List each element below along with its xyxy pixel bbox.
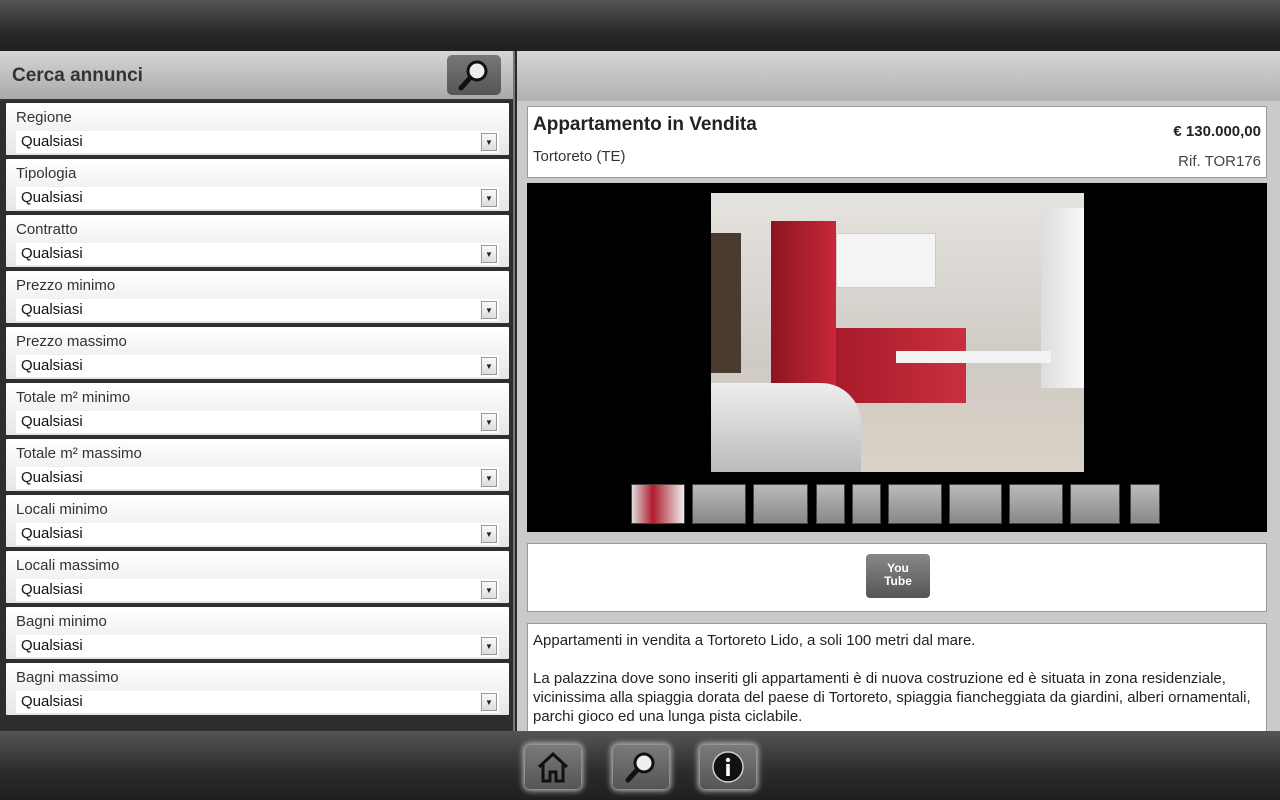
filter-select[interactable]: Qualsiasi ▼ — [16, 635, 499, 657]
filter-totale-m-massimo: Totale m² massimo Qualsiasi ▼ — [6, 439, 509, 491]
chevron-down-icon[interactable]: ▼ — [481, 693, 497, 711]
description-paragraph: La palazzina dove sono inseriti gli appa… — [533, 670, 1251, 725]
filter-label: Prezzo massimo — [16, 333, 127, 350]
thumbnail[interactable] — [631, 484, 685, 524]
filter-prezzo-massimo: Prezzo massimo Qualsiasi ▼ — [6, 327, 509, 379]
filter-value: Qualsiasi — [21, 301, 83, 318]
filter-select[interactable]: Qualsiasi ▼ — [16, 187, 499, 209]
video-section: You Tube — [527, 543, 1267, 612]
filter-label: Locali massimo — [16, 557, 120, 574]
thumbnail[interactable] — [1070, 484, 1120, 524]
main-photo[interactable] — [711, 193, 1084, 472]
filter-value: Qualsiasi — [21, 525, 83, 542]
filter-select[interactable]: Qualsiasi ▼ — [16, 523, 499, 545]
listing-summary: Appartamento in Vendita Tortoreto (TE) €… — [527, 106, 1267, 178]
filter-select[interactable]: Qualsiasi ▼ — [16, 243, 499, 265]
search-nav-button[interactable] — [613, 745, 669, 789]
listing-header — [517, 51, 1280, 101]
thumbnail[interactable] — [852, 484, 881, 524]
home-button[interactable] — [525, 745, 581, 789]
filter-label: Regione — [16, 109, 72, 126]
filter-value: Qualsiasi — [21, 245, 83, 262]
info-button[interactable] — [700, 745, 756, 789]
filter-value: Qualsiasi — [21, 413, 83, 430]
filter-bagni-massimo: Bagni massimo Qualsiasi ▼ — [6, 663, 509, 715]
search-sidebar: Cerca annunci Regione Qualsiasi ▼ Tipologia… — [0, 51, 515, 731]
listing-panel: Appartamento in Vendita Tortoreto (TE) €… — [517, 51, 1280, 731]
filter-regione: Regione Qualsiasi ▼ — [6, 103, 509, 155]
info-icon — [712, 751, 744, 783]
filter-value: Qualsiasi — [21, 189, 83, 206]
filter-label: Contratto — [16, 221, 78, 238]
filter-select[interactable]: Qualsiasi ▼ — [16, 691, 499, 713]
thumbnail[interactable] — [888, 484, 942, 524]
chevron-down-icon[interactable]: ▼ — [481, 357, 497, 375]
filter-totale-m-minimo: Totale m² minimo Qualsiasi ▼ — [6, 383, 509, 435]
filter-locali-massimo: Locali massimo Qualsiasi ▼ — [6, 551, 509, 603]
listing-ref: Rif. TOR176 — [1178, 153, 1261, 170]
chevron-down-icon[interactable]: ▼ — [481, 581, 497, 599]
search-button[interactable] — [447, 55, 501, 95]
listing-description: Appartamenti in vendita a Tortoreto Lido… — [527, 623, 1267, 731]
filter-label: Totale m² minimo — [16, 389, 131, 406]
sidebar-header: Cerca annunci — [0, 51, 513, 101]
thumbnail-strip — [527, 484, 1267, 524]
chevron-down-icon[interactable]: ▼ — [481, 637, 497, 655]
thumbnail[interactable] — [692, 484, 746, 524]
thumbnail[interactable] — [1009, 484, 1063, 524]
filter-value: Qualsiasi — [21, 469, 83, 486]
filter-value: Qualsiasi — [21, 637, 83, 654]
filter-contratto: Contratto Qualsiasi ▼ — [6, 215, 509, 267]
filter-label: Totale m² massimo — [16, 445, 142, 462]
filter-select[interactable]: Qualsiasi ▼ — [16, 467, 499, 489]
thumbnail[interactable] — [753, 484, 808, 524]
filter-select[interactable]: Qualsiasi ▼ — [16, 299, 499, 321]
filter-select[interactable]: Qualsiasi ▼ — [16, 355, 499, 377]
filter-tipologia: Tipologia Qualsiasi ▼ — [6, 159, 509, 211]
description-paragraph: Appartamenti in vendita a Tortoreto Lido… — [533, 632, 976, 649]
chevron-down-icon[interactable]: ▼ — [481, 413, 497, 431]
filter-bagni-minimo: Bagni minimo Qualsiasi ▼ — [6, 607, 509, 659]
thumbnail[interactable] — [816, 484, 845, 524]
filter-value: Qualsiasi — [21, 357, 83, 374]
filter-value: Qualsiasi — [21, 581, 83, 598]
sidebar-title: Cerca annunci — [12, 65, 143, 86]
youtube-button[interactable]: You Tube — [866, 554, 930, 598]
thumbnail[interactable] — [949, 484, 1002, 524]
chevron-down-icon[interactable]: ▼ — [481, 469, 497, 487]
thumbnail[interactable] — [1130, 484, 1160, 524]
filter-select[interactable]: Qualsiasi ▼ — [16, 411, 499, 433]
filter-value: Qualsiasi — [21, 693, 83, 710]
top-bar — [0, 0, 1280, 51]
filter-label: Locali minimo — [16, 501, 108, 518]
search-icon — [625, 752, 655, 783]
chevron-down-icon[interactable]: ▼ — [481, 133, 497, 151]
listing-location: Tortoreto (TE) — [533, 148, 626, 165]
bottom-nav — [0, 731, 1280, 800]
filter-label: Tipologia — [16, 165, 77, 182]
chevron-down-icon[interactable]: ▼ — [481, 189, 497, 207]
search-icon — [458, 60, 488, 91]
filter-prezzo-minimo: Prezzo minimo Qualsiasi ▼ — [6, 271, 509, 323]
filter-label: Bagni minimo — [16, 613, 107, 630]
chevron-down-icon[interactable]: ▼ — [481, 525, 497, 543]
filter-label: Bagni massimo — [16, 669, 119, 686]
filter-value: Qualsiasi — [21, 133, 83, 150]
listing-price: € 130.000,00 — [1173, 123, 1261, 140]
filter-select[interactable]: Qualsiasi ▼ — [16, 579, 499, 601]
chevron-down-icon[interactable]: ▼ — [481, 301, 497, 319]
listing-title: Appartamento in Vendita — [533, 114, 757, 135]
photo-gallery — [527, 183, 1267, 532]
chevron-down-icon[interactable]: ▼ — [481, 245, 497, 263]
home-icon — [537, 751, 569, 783]
filter-select[interactable]: Qualsiasi ▼ — [16, 131, 499, 153]
filter-locali-minimo: Locali minimo Qualsiasi ▼ — [6, 495, 509, 547]
filter-label: Prezzo minimo — [16, 277, 116, 294]
